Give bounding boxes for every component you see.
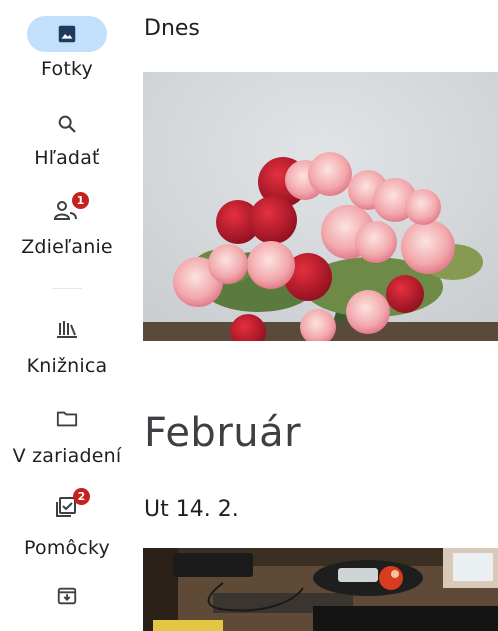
photo-roses[interactable] — [143, 72, 498, 341]
nav-label-search: Hľadať — [34, 147, 100, 169]
nav-item-utilities[interactable]: 2 Pomôcky — [0, 485, 134, 560]
archive-icon — [57, 587, 77, 605]
nav-label-library: Knižnica — [26, 355, 108, 377]
nav-item-search[interactable]: Hľadať — [0, 105, 134, 175]
sharing-badge: 1 — [72, 192, 89, 209]
section-title-date: Ut 14. 2. — [144, 497, 239, 522]
nav-item-library[interactable]: Knižnica — [0, 315, 134, 385]
folder-icon — [56, 411, 78, 427]
nav-divider — [52, 288, 82, 289]
nav-item-archive[interactable] — [0, 585, 134, 625]
search-icon — [58, 115, 76, 133]
section-title-today: Dnes — [144, 16, 200, 41]
nav-item-photos[interactable]: Fotky — [0, 0, 134, 90]
desk-photo-image — [143, 548, 498, 631]
library-icon — [57, 321, 77, 338]
photo-desk[interactable] — [143, 548, 498, 631]
month-title: Február — [144, 410, 302, 456]
photo-icon — [58, 25, 76, 43]
nav-label-photos: Fotky — [41, 58, 93, 80]
utilities-badge: 2 — [73, 488, 90, 505]
navigation-rail: Fotky Hľadať 1 Zdieľanie Knižnica V zari… — [0, 0, 134, 631]
roses-photo-image — [143, 72, 498, 341]
photos-icon-pill — [27, 16, 107, 52]
nav-label-sharing: Zdieľanie — [21, 236, 113, 258]
nav-item-sharing[interactable]: 1 Zdieľanie — [0, 190, 134, 265]
nav-item-device[interactable]: V zariadení — [0, 405, 134, 475]
photo-feed: Dnes Február Ut 14. 2. — [134, 0, 498, 631]
nav-label-utilities: Pomôcky — [24, 537, 110, 559]
nav-label-device: V zariadení — [12, 445, 122, 467]
